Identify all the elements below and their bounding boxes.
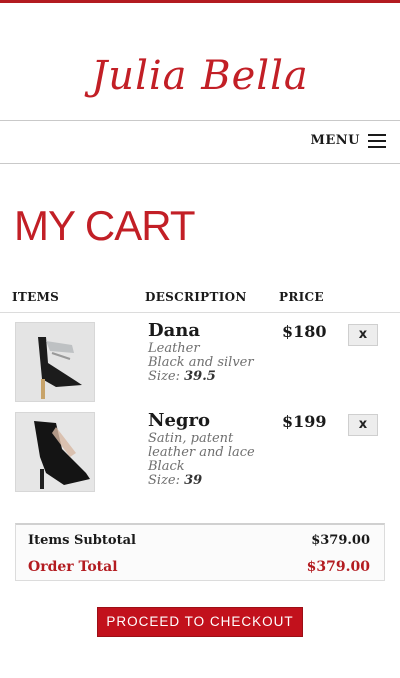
proceed-to-checkout-button[interactable]: PROCEED TO CHECKOUT (97, 607, 303, 637)
desc-line: Black and silver (148, 355, 254, 370)
product-image[interactable] (15, 412, 95, 492)
shoe-negro-image (16, 413, 94, 491)
desc-line: Leather (148, 341, 200, 356)
subtotal-label: Items Subtotal (28, 533, 136, 548)
menu-label: MENU (310, 133, 360, 148)
order-total-label: Order Total (28, 559, 118, 575)
totals-box: Items Subtotal $379.00 Order Total $379.… (15, 523, 385, 581)
item-name[interactable]: Negro (148, 410, 210, 431)
header-price: PRICE (279, 290, 324, 304)
cart-row: Negro Satin, patent leather and lace Bla… (0, 410, 400, 494)
item-price: $199 (282, 412, 327, 431)
cart-row: Dana Leather Black and silver Size: 39.5… (0, 320, 400, 404)
hamburger-icon (368, 133, 386, 148)
remove-item-button[interactable]: x (348, 414, 378, 436)
item-name[interactable]: Dana (148, 320, 200, 341)
size-value: 39 (184, 473, 203, 488)
page-title: MY CART (14, 202, 195, 249)
cart-table-header: ITEMS DESCRIPTION PRICE (0, 288, 400, 313)
item-price: $180 (282, 322, 327, 341)
order-total-value: $379.00 (306, 559, 370, 575)
header-items: ITEMS (12, 290, 60, 304)
item-description: Satin, patent leather and lace Black Siz… (148, 432, 266, 488)
menu-button[interactable]: MENU (310, 133, 386, 148)
nav-bar: MENU (0, 120, 400, 164)
size-label: Size: (148, 369, 180, 384)
size-label: Size: (148, 473, 180, 488)
shoe-dana-image (16, 323, 94, 401)
desc-line: leather and lace (148, 445, 255, 460)
header-description: DESCRIPTION (145, 290, 247, 304)
subtotal-value: $379.00 (311, 533, 370, 548)
size-value: 39.5 (184, 369, 216, 384)
item-description: Leather Black and silver Size: 39.5 (148, 342, 266, 384)
desc-line: Satin, patent (148, 431, 234, 446)
product-image[interactable] (15, 322, 95, 402)
header-logo-area: Julia Bella (0, 3, 400, 120)
desc-line: Black (148, 459, 185, 474)
remove-item-button[interactable]: x (348, 324, 378, 346)
brand-logo[interactable]: Julia Bella (90, 53, 310, 99)
